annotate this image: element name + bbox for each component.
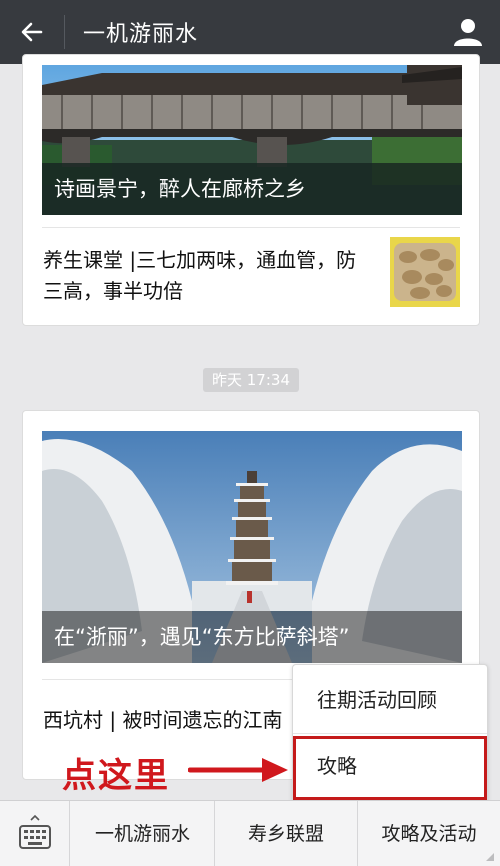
article-group-card: 诗画景宁，醉人在廊桥之乡 养生课堂 |三七加两味，通血管，防三高，事半功倍 <box>22 54 480 326</box>
back-arrow-icon <box>21 22 43 42</box>
page-title: 一机游丽水 <box>83 22 199 47</box>
bottom-menu-bar: 一机游丽水 寿乡联盟 攻略及活动 <box>0 800 500 866</box>
highlight-box <box>293 736 487 800</box>
cover-article[interactable]: 在“浙丽”，遇见“东方比萨斜塔” <box>42 431 462 663</box>
submenu-indicator-icon <box>486 853 494 861</box>
keyboard-icon <box>18 814 51 849</box>
profile-button[interactable] <box>450 14 486 50</box>
header-divider <box>64 15 65 49</box>
bottom-menu-label: 攻略及活动 <box>381 823 477 845</box>
herb-roots-image <box>390 237 460 307</box>
bottom-menu-item-alliance[interactable]: 寿乡联盟 <box>215 801 358 866</box>
sub-article-title[interactable]: 西坑村 | 被时间遗忘的江南 <box>43 705 303 736</box>
timestamp-chip: 昨天 17:34 <box>203 368 299 392</box>
item-divider <box>42 227 460 228</box>
sub-article-thumbnail[interactable] <box>390 237 460 307</box>
cover-caption: 在“浙丽”，遇见“东方比萨斜塔” <box>42 611 462 663</box>
bottom-menu-item-tour[interactable]: 一机游丽水 <box>71 801 215 866</box>
user-profile-icon <box>454 19 482 46</box>
sub-article-title[interactable]: 养生课堂 |三七加两味，通血管，防三高，事半功倍 <box>43 245 373 307</box>
bottom-menu-item-guide-events[interactable]: 攻略及活动 <box>358 801 500 866</box>
cover-caption: 诗画景宁，醉人在廊桥之乡 <box>42 163 462 215</box>
annotation-arrow-icon <box>188 758 288 782</box>
cover-article[interactable]: 诗画景宁，醉人在廊桥之乡 <box>42 65 462 215</box>
submenu-item-past-events[interactable]: 往期活动回顾 <box>293 669 487 731</box>
submenu-divider <box>293 733 487 734</box>
keyboard-toggle-button[interactable] <box>0 801 70 866</box>
annotation-label: 点这里 <box>62 756 170 796</box>
